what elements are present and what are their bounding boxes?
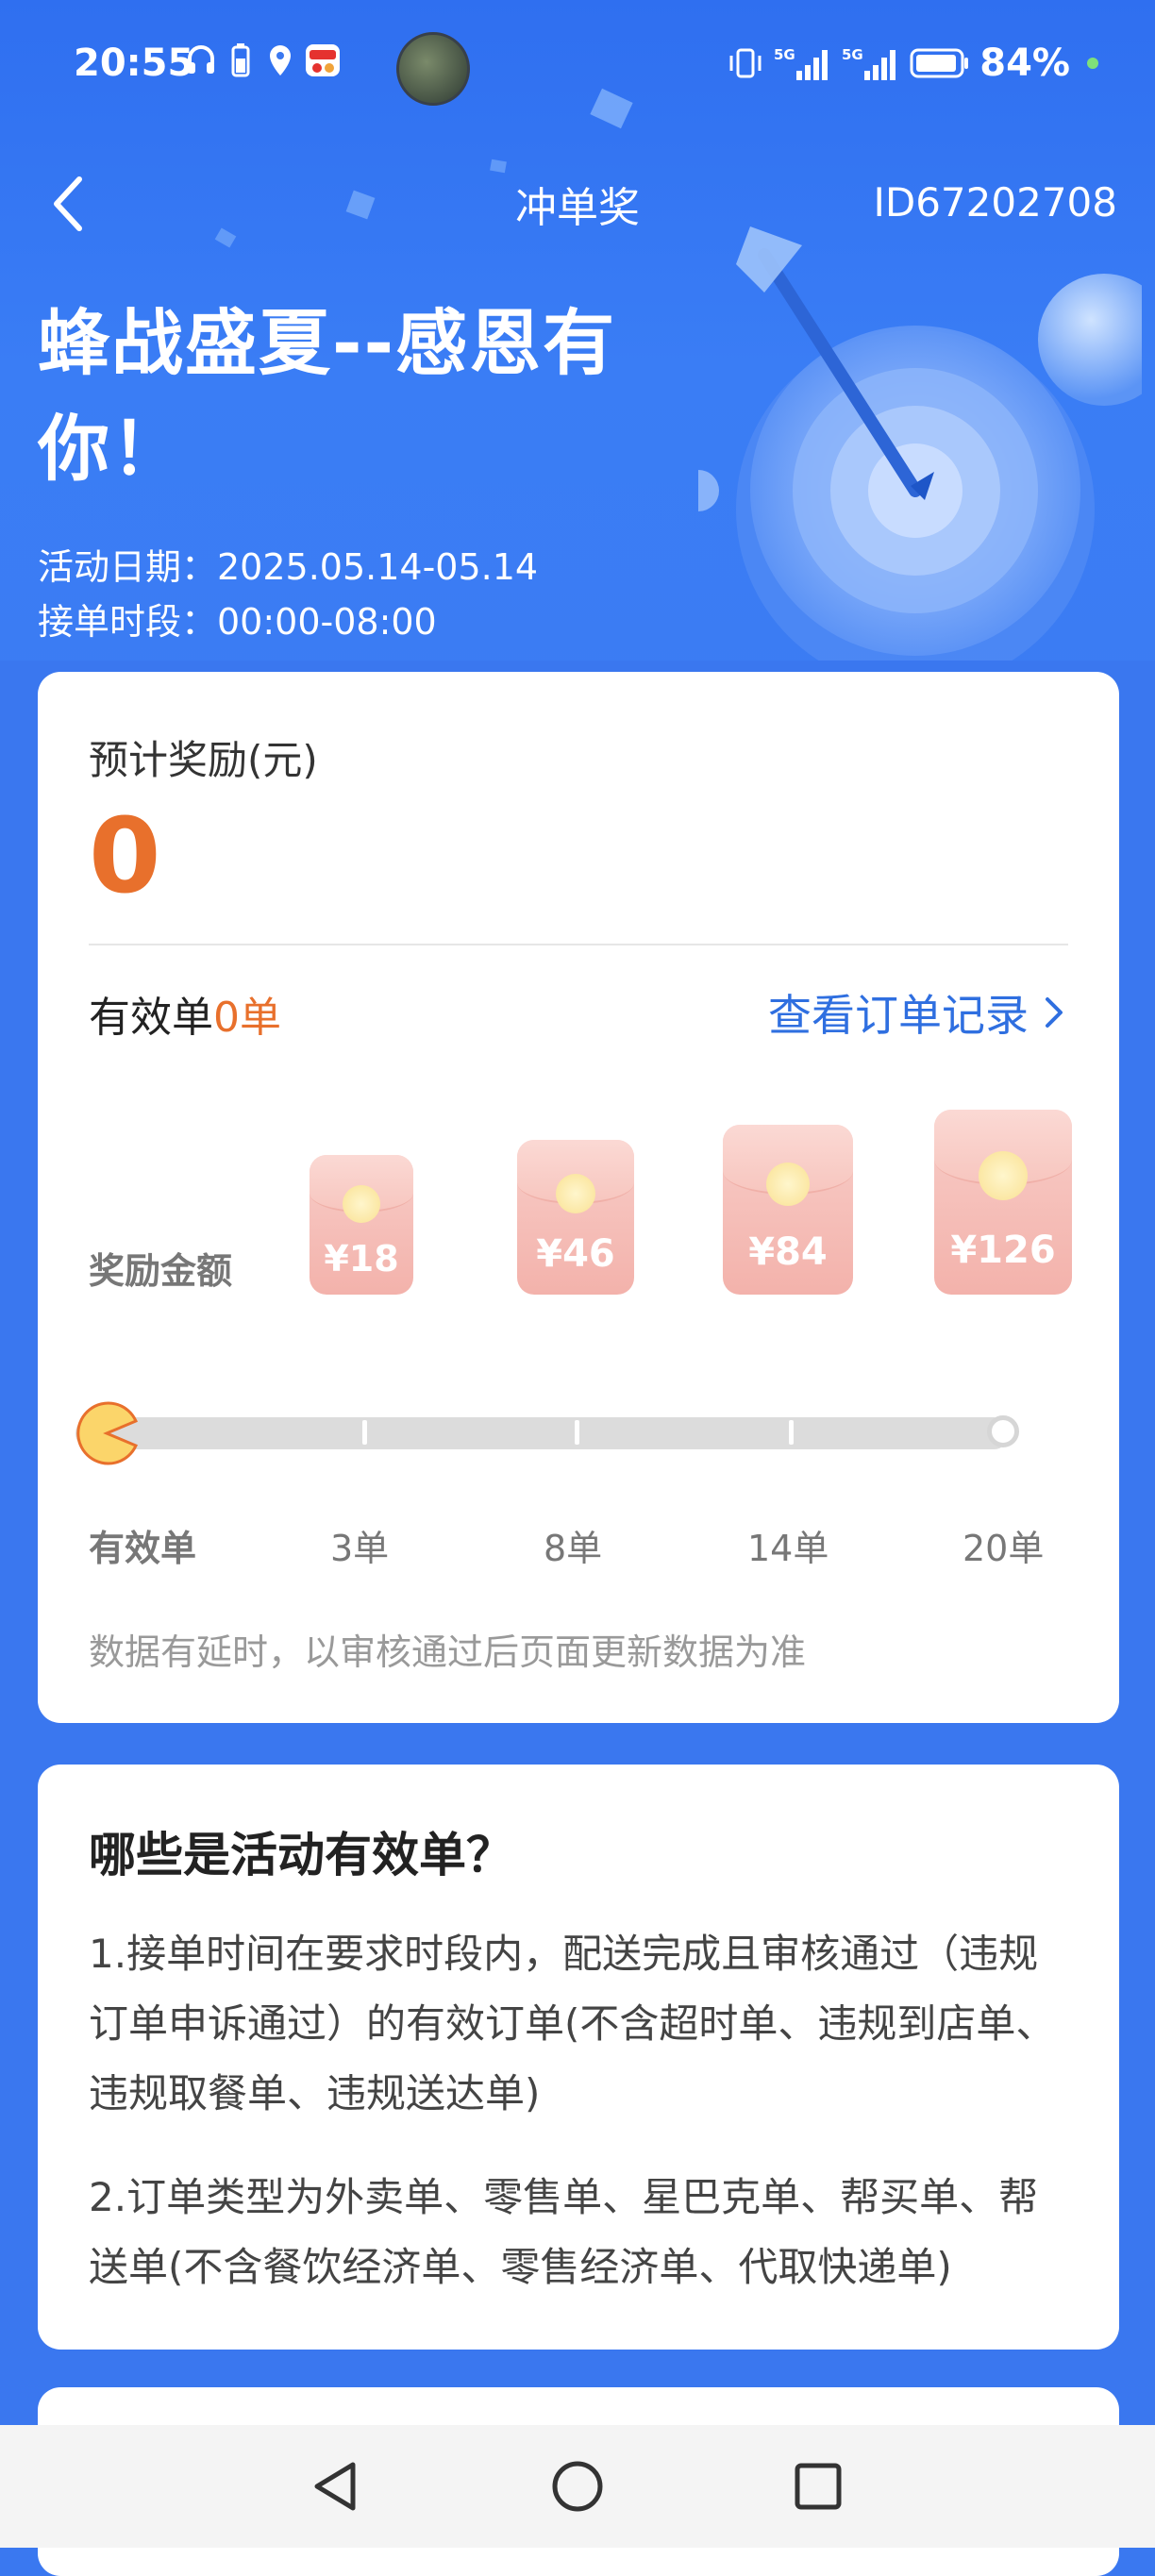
- battery-saver-icon: [231, 43, 250, 77]
- tier-orders: 14单: [747, 1528, 829, 1569]
- data-delay-note: 数据有延时，以审核通过后页面更新数据为准: [89, 1631, 807, 1673]
- rules-title: 哪些是活动有效单？: [89, 1828, 513, 1882]
- tier-amount: ¥126: [950, 1229, 1056, 1272]
- chevron-right-icon: [1046, 997, 1063, 1028]
- reward-amount-label: 奖励金额: [89, 1250, 233, 1292]
- divider: [89, 944, 1068, 945]
- battery-icon: [910, 48, 969, 78]
- valid-orders-label: 有效单: [89, 994, 213, 1042]
- reward-envelope: ¥18: [310, 1155, 413, 1295]
- network-type-label: 5G: [774, 46, 795, 63]
- battery-percent: 84%: [979, 42, 1070, 85]
- tier-orders: 3单: [330, 1528, 390, 1569]
- progress-end-marker: [987, 1415, 1019, 1447]
- confetti-decoration: [490, 159, 507, 174]
- valid-orders-row: 有效单0单: [89, 983, 281, 1044]
- rule-item: 1.接单时间在要求时段内，配送完成且审核通过（违规订单申诉通过）的有效订单(不含…: [89, 1931, 1056, 2116]
- tier-orders: 8单: [544, 1528, 603, 1569]
- nav-home-icon[interactable]: [544, 2453, 611, 2519]
- progress-axis-label: 有效单: [89, 1528, 197, 1569]
- network-type-label: 5G: [842, 46, 863, 63]
- headphones-icon: [188, 45, 214, 74]
- status-left-icons: [185, 42, 342, 79]
- progress-tick: [575, 1420, 579, 1445]
- estimated-reward-label: 预计奖励(元): [89, 737, 318, 783]
- vibrate-icon: [729, 48, 762, 78]
- target-illustration: [698, 226, 1142, 679]
- estimated-reward-value: 0: [89, 795, 161, 916]
- status-dot: [1087, 58, 1098, 69]
- user-id-label: ID67202708: [873, 179, 1117, 226]
- view-order-records-link[interactable]: 查看订单记录: [768, 981, 1064, 1044]
- status-time: 20:55: [74, 42, 194, 85]
- rules-card: 哪些是活动有效单？ 1.接单时间在要求时段内，配送完成且审核通过（违规订单申诉通…: [38, 1765, 1119, 2350]
- tier-amount: ¥84: [748, 1230, 828, 1274]
- signal-icon: 5G: [842, 46, 896, 80]
- progress-tick: [789, 1420, 794, 1445]
- progress-track: [75, 1417, 1010, 1449]
- order-period: 接单时段：00:00-08:00: [38, 601, 437, 643]
- activity-title: 蜂战盛夏--感恩有你！: [38, 301, 617, 491]
- view-order-records-label: 查看订单记录: [768, 990, 1029, 1041]
- location-icon: [270, 45, 291, 75]
- status-bar: 20:55 5G 5G 84%: [0, 0, 1155, 132]
- coin-icon: [979, 1151, 1028, 1200]
- progress-indicator-icon: [76, 1401, 138, 1465]
- nav-recents-icon[interactable]: [785, 2453, 851, 2519]
- reward-envelope: ¥126: [934, 1110, 1072, 1295]
- coin-icon: [556, 1174, 595, 1213]
- signal-icon: 5G: [774, 46, 829, 80]
- rule-item: 2.订单类型为外卖单、零售单、星巴克单、帮买单、帮送单(不含餐饮经济单、零售经济…: [89, 2174, 1039, 2290]
- app-notification-icon: [306, 44, 340, 76]
- coin-icon: [766, 1163, 810, 1206]
- valid-orders-count: 0单: [213, 994, 281, 1042]
- activity-date: 活动日期：2025.05.14-05.14: [38, 546, 539, 588]
- reward-envelope: ¥84: [723, 1125, 853, 1295]
- system-navbar: [0, 2425, 1155, 2548]
- tier-orders: 20单: [962, 1528, 1045, 1569]
- tier-amount: ¥46: [536, 1232, 615, 1276]
- progress-tick: [362, 1420, 367, 1445]
- reward-envelope: ¥46: [517, 1140, 634, 1295]
- tier-amount: ¥18: [324, 1238, 399, 1280]
- floating-avatar[interactable]: [396, 32, 470, 106]
- coin-icon: [343, 1185, 380, 1223]
- status-right-icons: 5G 5G 84%: [727, 42, 1098, 85]
- nav-back-icon[interactable]: [304, 2453, 370, 2519]
